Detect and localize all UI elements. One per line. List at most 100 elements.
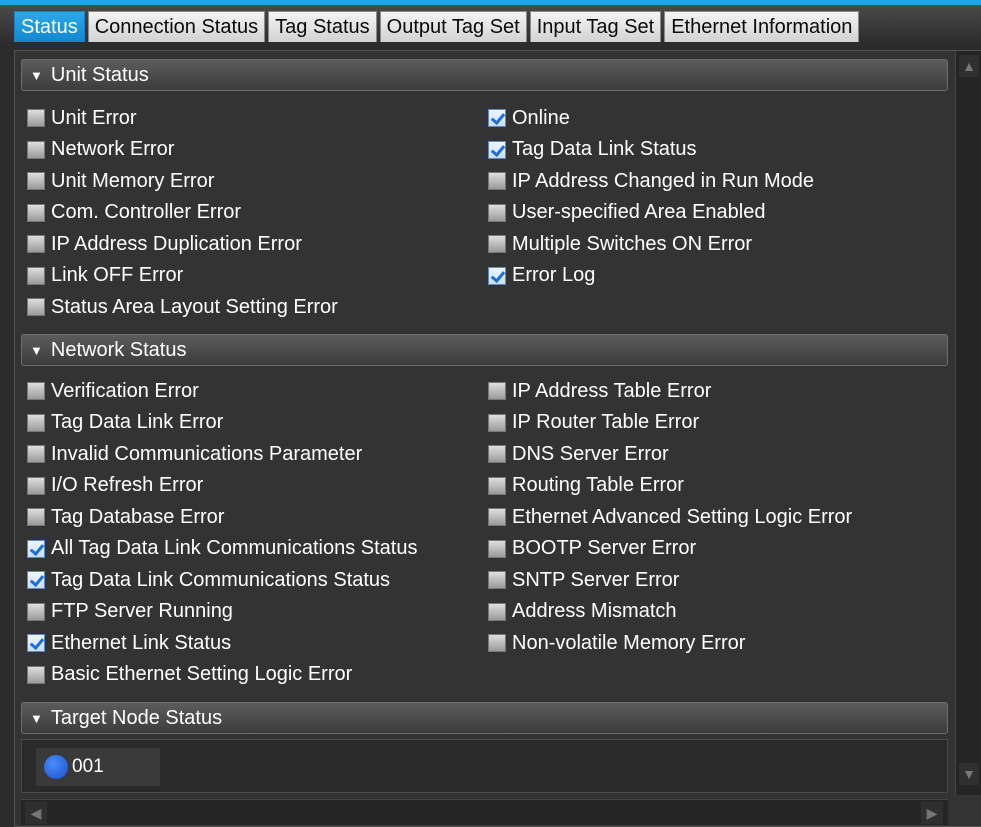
unchecked-checkbox[interactable] [27, 172, 45, 190]
status-checkbox-row: IP Address Table Error [488, 378, 711, 404]
status-checkbox-row: Basic Ethernet Setting Logic Error [27, 662, 352, 688]
unchecked-checkbox[interactable] [27, 266, 45, 285]
collapse-triangle-icon: ▼ [30, 342, 43, 358]
section-title: Target Node Status [50, 706, 223, 729]
unchecked-checkbox[interactable] [27, 382, 45, 400]
unchecked-checkbox[interactable] [27, 665, 45, 684]
status-checkbox-row: User-specified Area Enabled [488, 200, 765, 226]
status-checkbox-row: IP Address Duplication Error [27, 231, 302, 257]
status-label: IP Router Table Error [512, 411, 700, 433]
status-checkbox-row: I/O Refresh Error [27, 473, 203, 499]
scroll-down-icon[interactable]: ▼ [959, 763, 979, 785]
unchecked-checkbox[interactable] [27, 445, 45, 463]
unchecked-checkbox[interactable] [488, 172, 506, 190]
tab-output-tag-set[interactable]: Output Tag Set [379, 11, 527, 42]
node-number: 001 [72, 756, 104, 777]
unchecked-checkbox[interactable] [488, 382, 506, 400]
unchecked-checkbox[interactable] [27, 298, 45, 316]
status-checkbox-row: All Tag Data Link Communications Status [27, 536, 417, 562]
target-node-item[interactable]: 001 [36, 748, 160, 786]
tab-status[interactable]: Status [14, 11, 85, 42]
status-label: Network Error [51, 138, 175, 160]
status-checkbox-row: Unit Memory Error [27, 168, 214, 194]
unchecked-checkbox[interactable] [27, 508, 45, 526]
status-label: Tag Data Link Status [512, 138, 697, 160]
target-node-area: 001 [21, 739, 948, 793]
status-label: FTP Server Running [51, 600, 233, 622]
status-checkbox-row: Address Mismatch [488, 599, 677, 625]
unchecked-checkbox[interactable] [27, 602, 45, 621]
section-title: Network Status [50, 338, 187, 361]
section-title: Unit Status [50, 63, 149, 86]
unchecked-checkbox[interactable] [488, 203, 506, 222]
unchecked-checkbox[interactable] [488, 476, 506, 495]
tab-ethernet-information[interactable]: Ethernet Information [664, 11, 860, 42]
unchecked-checkbox[interactable] [27, 109, 45, 127]
vertical-scrollbar[interactable]: ▲ ▼ [955, 51, 981, 795]
unchecked-checkbox[interactable] [488, 235, 506, 253]
scroll-right-icon[interactable]: ▶ [921, 802, 943, 824]
checked-checkbox[interactable] [488, 266, 506, 285]
status-label: Non-volatile Memory Error [512, 631, 746, 654]
network-status-header[interactable]: ▼ Network Status [21, 334, 948, 366]
status-window: Status Connection Status Tag Status Outp… [0, 0, 981, 827]
tab-connection-status[interactable]: Connection Status [87, 11, 266, 42]
unchecked-checkbox[interactable] [488, 508, 506, 526]
status-label: Basic Ethernet Setting Logic Error [51, 663, 353, 685]
status-label: Ethernet Link Status [51, 631, 232, 654]
target-node-status-header[interactable]: ▼ Target Node Status [21, 702, 948, 734]
unchecked-checkbox[interactable] [488, 539, 506, 558]
status-checkbox-row: Ethernet Advanced Setting Logic Error [488, 504, 852, 530]
unchecked-checkbox[interactable] [27, 140, 45, 159]
unchecked-checkbox[interactable] [27, 235, 45, 253]
status-label: I/O Refresh Error [51, 474, 204, 496]
status-checkbox-row: Invalid Communications Parameter [27, 441, 362, 467]
unchecked-checkbox[interactable] [488, 634, 506, 652]
status-checkbox-row: IP Address Changed in Run Mode [488, 168, 814, 194]
unit-status-header[interactable]: ▼ Unit Status [21, 59, 948, 91]
status-label: DNS Server Error [512, 442, 669, 465]
unchecked-checkbox[interactable] [27, 203, 45, 222]
status-checkbox-row: Ethernet Link Status [27, 630, 231, 656]
scroll-up-icon[interactable]: ▲ [959, 55, 979, 77]
tab-tag-status[interactable]: Tag Status [268, 11, 377, 42]
status-label: Routing Table Error [512, 474, 684, 496]
status-label: Tag Database Error [51, 505, 225, 528]
status-checkbox-row: Routing Table Error [488, 473, 684, 499]
status-label: Tag Data Link Error [51, 411, 224, 433]
checked-checkbox[interactable] [27, 539, 45, 558]
status-checkbox-row: Non-volatile Memory Error [488, 630, 745, 656]
status-checkbox-row: Tag Data Link Error [27, 410, 223, 436]
scroll-left-icon[interactable]: ◀ [25, 802, 47, 824]
status-checkbox-row: FTP Server Running [27, 599, 233, 625]
unchecked-checkbox[interactable] [488, 413, 506, 432]
unchecked-checkbox[interactable] [27, 413, 45, 432]
checked-checkbox[interactable] [27, 634, 45, 652]
checked-checkbox[interactable] [488, 140, 506, 159]
status-checkbox-row: Multiple Switches ON Error [488, 231, 752, 257]
status-checkbox-row: IP Router Table Error [488, 410, 699, 436]
status-label: Unit Memory Error [51, 169, 215, 192]
status-label: Error Log [512, 264, 596, 286]
status-checkbox-row: Link OFF Error [27, 263, 183, 289]
unchecked-checkbox[interactable] [488, 571, 506, 589]
checked-checkbox[interactable] [488, 109, 506, 127]
unchecked-checkbox[interactable] [27, 476, 45, 495]
status-checkbox-row: DNS Server Error [488, 441, 669, 467]
checked-checkbox[interactable] [27, 571, 45, 589]
unchecked-checkbox[interactable] [488, 602, 506, 621]
status-checkbox-row: Online [488, 105, 570, 131]
status-checkbox-row: Verification Error [27, 378, 199, 404]
status-label: Com. Controller Error [51, 201, 242, 223]
status-checkbox-row: Error Log [488, 263, 595, 289]
status-checkbox-row: Network Error [27, 137, 174, 163]
status-checkbox-row: Com. Controller Error [27, 200, 241, 226]
status-checkbox-row: Tag Data Link Communications Status [27, 567, 390, 593]
status-checkbox-row: Unit Error [27, 105, 137, 131]
status-label: BOOTP Server Error [512, 537, 697, 559]
tab-input-tag-set[interactable]: Input Tag Set [529, 11, 662, 42]
horizontal-scrollbar[interactable]: ◀ ▶ [21, 799, 948, 825]
status-label: Ethernet Advanced Setting Logic Error [512, 505, 853, 528]
unchecked-checkbox[interactable] [488, 445, 506, 463]
status-label: Link OFF Error [51, 264, 184, 286]
